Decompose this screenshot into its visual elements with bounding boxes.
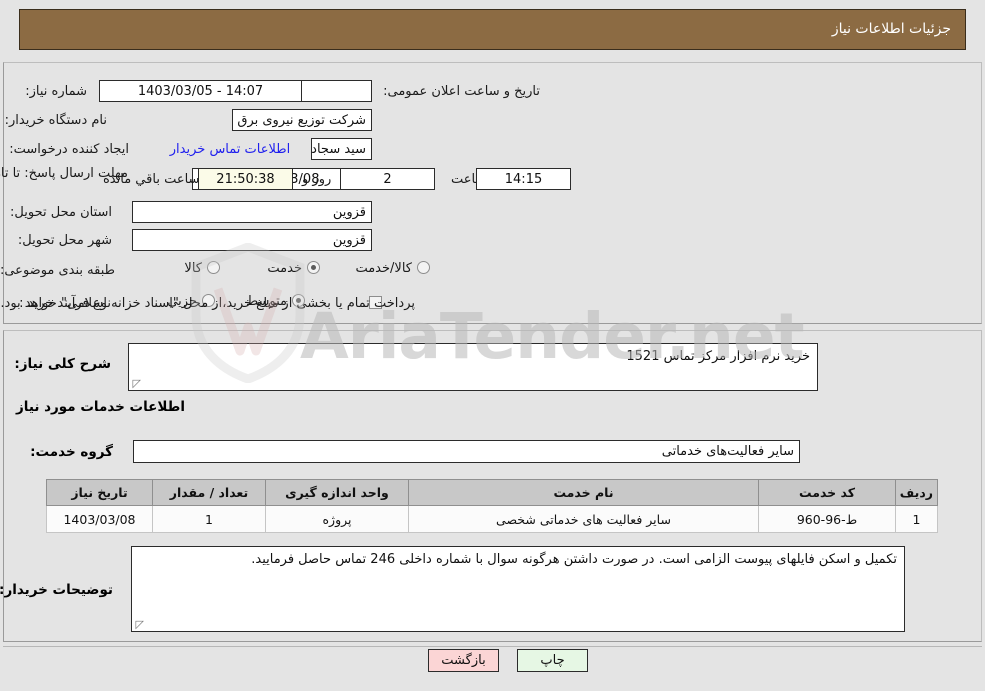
label-announce-datetime: تاریخ و ساعت اعلان عمومی:: [383, 84, 540, 99]
summary-textarea[interactable]: خرید نرم افزار مرکز تماس 1521 ◸: [128, 343, 818, 391]
cell-qty: 1: [152, 505, 266, 533]
deadline-countdown-field: 21:50:38: [198, 168, 293, 190]
label-deadline-days: روز و: [302, 172, 332, 187]
cell-date: 1403/03/08: [46, 505, 153, 533]
requester-field[interactable]: سید سجاد موسوی ریئس اداره تدارکات شرکت ت…: [311, 138, 372, 160]
table-header-row: ردیف کد خدمت نام خدمت واحد اندازه گیری ت…: [46, 479, 938, 506]
treasury-note-label: پرداخت تمام یا بخشی از مبلغ خرید،از محل …: [0, 296, 415, 311]
summary-text: خرید نرم افزار مرکز تماس 1521: [626, 349, 810, 364]
col-unit: واحد اندازه گیری: [265, 479, 409, 506]
label-summary: شرح کلی نیاز:: [14, 356, 111, 372]
col-date: تاریخ نیاز: [46, 479, 153, 506]
buyer-notes-textarea[interactable]: تکمیل و اسکن فایلهای پیوست الزامی است. د…: [131, 546, 905, 632]
col-qty: تعداد / مقدار: [152, 479, 266, 506]
resize-grip-icon[interactable]: ◸: [131, 378, 141, 389]
label-buyer-org: نام دستگاه خریدار:: [4, 113, 107, 128]
label-requester: ایجاد کننده درخواست:: [9, 142, 129, 157]
radio-category-goods-service-label: کالا/خدمت: [355, 261, 412, 276]
print-button[interactable]: چاپ: [517, 649, 588, 672]
label-deadline-countdown: ساعت باقي مانده: [103, 172, 200, 187]
announce-datetime-field[interactable]: 1403/03/05 - 14:07: [99, 80, 302, 102]
label-category: طبقه بندی موضوعی:: [0, 263, 115, 278]
radio-category-service[interactable]: خدمت: [251, 261, 320, 276]
cell-code: ط-96-960: [758, 505, 896, 533]
cell-unit: پروژه: [265, 505, 409, 533]
col-name: نام خدمت: [408, 479, 759, 506]
label-need-number: شماره نیاز:: [25, 84, 87, 99]
col-code: کد خدمت: [758, 479, 896, 506]
radio-category-service-dot[interactable]: [307, 261, 320, 274]
label-buyer-notes: توضیحات خریدار:: [0, 582, 113, 598]
radio-category-goods-label: کالا: [184, 261, 202, 276]
services-table: ردیف کد خدمت نام خدمت واحد اندازه گیری ت…: [46, 479, 938, 533]
cell-row: 1: [895, 505, 938, 533]
radio-category-goods-service[interactable]: کالا/خدمت: [339, 261, 430, 276]
buyer-org-field[interactable]: شرکت توزیع نیروی برق: [232, 109, 372, 131]
table-row: 1 ط-96-960 سایر فعالیت های خدماتی شخصی پ…: [46, 505, 938, 533]
label-service-group: گروه خدمت:: [30, 444, 113, 460]
footer-divider: [3, 646, 982, 647]
deadline-days-field[interactable]: 2: [340, 168, 435, 190]
services-heading: اطلاعات خدمات مورد نیاز: [15, 399, 185, 415]
city-field[interactable]: قزوین: [132, 229, 372, 251]
radio-category-service-label: خدمت: [267, 261, 302, 276]
deadline-time-field[interactable]: 14:15: [476, 168, 571, 190]
back-button[interactable]: بازگشت: [428, 649, 499, 672]
label-province: استان محل تحویل:: [10, 205, 112, 220]
service-group-field[interactable]: سایر فعالیت‌های خدماتی: [133, 440, 800, 463]
header-bar: جزئیات اطلاعات نیاز: [19, 9, 966, 50]
label-city: شهر محل تحویل:: [17, 233, 112, 248]
resize-grip-icon-notes[interactable]: ◸: [134, 619, 144, 630]
buyer-notes-text: تکمیل و اسکن فایلهای پیوست الزامی است. د…: [251, 552, 897, 567]
col-row: ردیف: [895, 479, 938, 506]
radio-category-goods-service-dot[interactable]: [417, 261, 430, 274]
buyer-contact-link[interactable]: اطلاعات تماس خریدار: [155, 142, 305, 157]
province-field[interactable]: قزوین: [132, 201, 372, 223]
cell-name: سایر فعالیت های خدماتی شخصی: [408, 505, 759, 533]
radio-category-goods-dot[interactable]: [207, 261, 220, 274]
page-title: جزئیات اطلاعات نیاز: [831, 21, 951, 37]
radio-category-goods[interactable]: کالا: [168, 261, 220, 276]
page-root: AriaTender.net جزئیات اطلاعات نیاز شماره…: [0, 0, 985, 691]
